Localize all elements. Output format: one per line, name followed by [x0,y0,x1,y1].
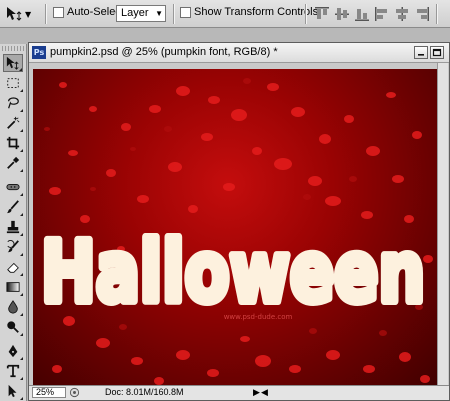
align-top-edges-icon[interactable] [314,6,330,22]
lasso-tool[interactable] [3,94,23,112]
type-tool-icon [6,364,20,378]
tool-flyout-indicator [20,273,23,276]
tool-flyout-indicator [20,333,23,336]
pen-tool[interactable] [3,342,23,360]
marquee-tool[interactable] [3,74,23,92]
brush-tool[interactable] [3,198,23,216]
tool-flyout-indicator [20,89,23,92]
document-canvas[interactable]: Halloween www.psd-dude.com [33,69,439,389]
status-menu-arrow-icon[interactable]: ▶ [253,387,260,398]
marquee-tool-icon [7,78,19,88]
pen-tool-icon [8,344,18,358]
scroll-left-arrow-icon[interactable]: ◀ [261,387,268,398]
auto-select-dropdown[interactable]: Layer ▼ [116,5,166,22]
auto-select-checkbox[interactable] [53,7,64,18]
halloween-text: Halloween [41,223,425,321]
status-options-icon[interactable] [69,387,80,398]
tool-preset-picker[interactable]: ▼ [6,5,40,23]
panel-grip[interactable] [2,46,24,51]
maximize-icon [432,48,442,57]
crop-tool-icon [6,136,20,150]
show-transform-controls-label: Show Transform Controls [194,6,319,18]
healing-brush-icon [6,183,20,191]
lasso-tool-icon [8,97,19,109]
history-brush-icon [7,240,19,253]
eraser-icon [7,262,19,273]
history-brush-tool[interactable] [3,238,23,256]
eyedropper-icon [7,156,20,169]
maximize-button[interactable] [430,46,444,59]
path-selection-tool[interactable] [3,382,23,400]
tool-flyout-indicator [20,169,23,172]
minimize-button[interactable] [414,46,428,59]
separator [45,4,46,24]
gradient-icon [6,282,20,292]
healing-brush-tool[interactable] [3,178,23,196]
align-right-edges-icon[interactable] [414,6,430,22]
minimize-icon [418,54,424,56]
align-bottom-edges-icon[interactable] [354,6,370,22]
watermark-text: www.psd-dude.com [224,313,293,321]
dodge-tool[interactable] [3,318,23,336]
clone-stamp-tool[interactable] [3,218,23,236]
tool-flyout-indicator [20,293,23,296]
halloween-artwork: Halloween www.psd-dude.com [37,78,433,385]
tool-flyout-indicator [20,377,23,380]
move-tool-icon [6,56,19,70]
tool-flyout-indicator [19,68,22,71]
tool-flyout-indicator [20,129,23,132]
eraser-tool[interactable] [3,258,23,276]
gradient-tool[interactable] [3,278,23,296]
separator [305,4,306,24]
dodge-icon [7,321,19,333]
align-left-edges-icon[interactable] [374,6,390,22]
eyedropper-tool[interactable] [3,154,23,172]
vertical-scrollbar[interactable] [437,63,448,387]
clone-stamp-icon [6,220,20,234]
magic-wand-icon [7,116,20,129]
document-title: pumpkin2.psd @ 25% (pumpkin font, RGB/8)… [50,46,278,58]
tools-panel [0,44,27,401]
tool-flyout-indicator [20,213,23,216]
show-transform-controls-checkbox[interactable] [180,7,191,18]
move-tool-icon [7,7,22,21]
move-tool[interactable] [3,54,23,72]
type-tool[interactable] [3,362,23,380]
document-titlebar[interactable]: Ps pumpkin2.psd @ 25% (pumpkin font, RGB… [29,43,449,63]
tool-flyout-indicator [20,397,23,400]
tool-flyout-indicator [20,233,23,236]
blur-tool[interactable] [3,298,23,316]
separator [173,4,174,24]
align-vertical-centers-icon[interactable] [334,6,350,22]
separator [436,4,437,24]
brush-tool-icon [6,200,19,214]
document-size-info: Doc: 8.01M/160.8M [105,387,184,397]
tool-flyout-indicator [20,253,23,256]
auto-select-value: Layer [121,7,149,19]
tool-flyout-indicator [20,109,23,112]
tool-flyout-indicator [20,149,23,152]
tool-flyout-indicator [20,313,23,316]
zoom-level-field[interactable]: 25% [32,387,66,398]
status-bar: 25% Doc: 8.01M/160.8M ▶ ◀ [29,385,449,400]
path-selection-icon [8,384,17,398]
magic-wand-tool[interactable] [3,114,23,132]
tool-flyout-indicator [20,357,23,360]
photoshop-document-icon: Ps [32,46,46,59]
crop-tool[interactable] [3,134,23,152]
tool-flyout-indicator [20,193,23,196]
options-bar: ▼ Auto-Select: Layer ▼ Show Transform Co… [0,0,450,28]
chevron-down-icon: ▼ [25,9,32,19]
align-horizontal-centers-icon[interactable] [394,6,410,22]
document-window: Ps pumpkin2.psd @ 25% (pumpkin font, RGB… [28,42,450,401]
chevron-down-icon: ▼ [155,9,163,18]
blur-icon [8,300,18,314]
